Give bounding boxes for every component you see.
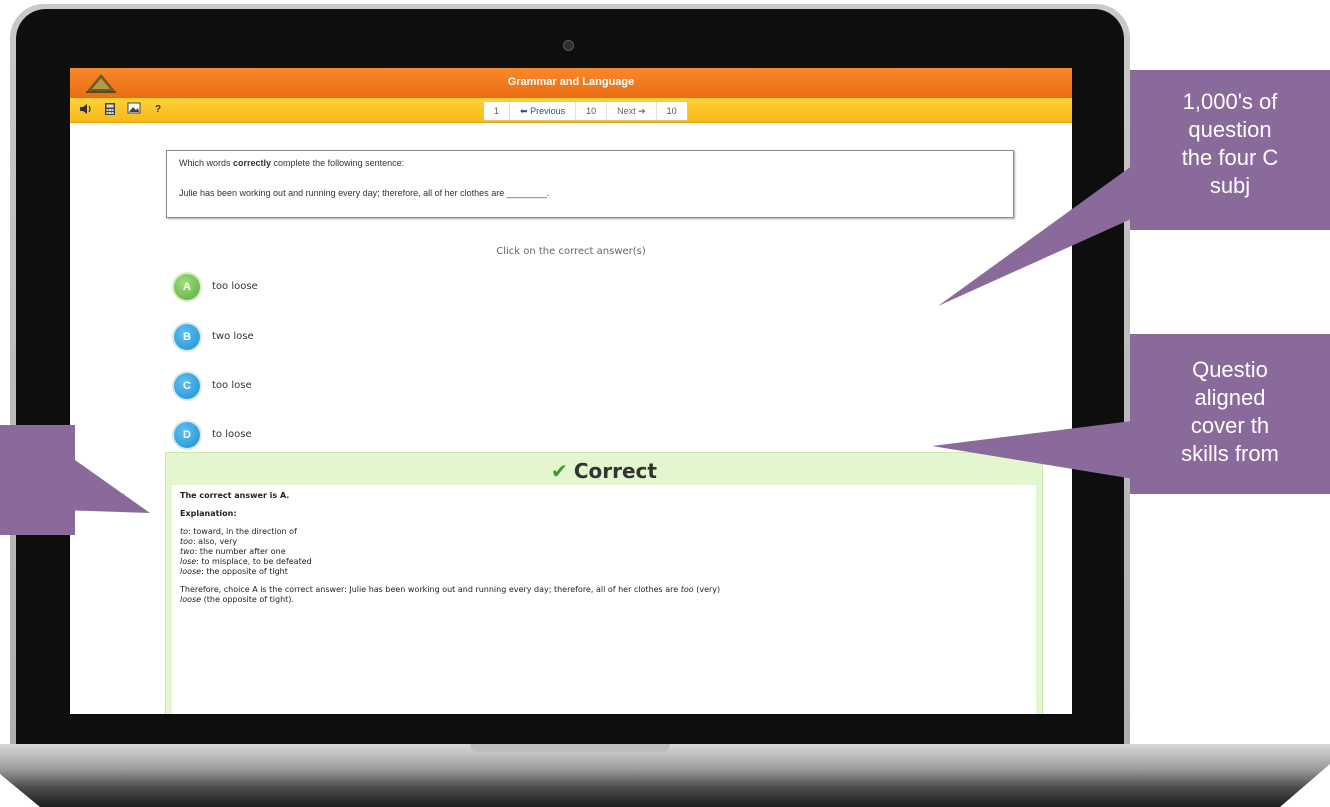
feedback-heading: ✔ Correct xyxy=(166,459,1042,483)
definition-term: too xyxy=(180,537,193,546)
option-b-text: two lose xyxy=(212,331,254,342)
laptop-base xyxy=(0,744,1330,807)
pager: 1 ⬅︎ Previous 10 Next ➔ 10 xyxy=(483,101,688,121)
question-box: Which words correctly complete the follo… xyxy=(166,150,1014,218)
callout-line: 1,000's of xyxy=(1182,89,1278,114)
definition-row: lose: to misplace, to be defeated xyxy=(180,557,1028,567)
calculator-icon[interactable] xyxy=(102,102,118,118)
callout-aligned-text: Questio aligned cover th skills from xyxy=(1130,334,1330,468)
question-sentence: Julie has been working out and running e… xyxy=(179,188,550,198)
page-count-right: 10 xyxy=(666,106,677,116)
callout-line: cover th xyxy=(1190,413,1270,438)
feedback-panel: ✔ Correct The correct answer is A. Explan… xyxy=(165,452,1043,714)
toolbar: ? 1 ⬅︎ Previous 10 Next ➔ 10 xyxy=(70,98,1072,123)
definition-term: loose xyxy=(180,567,202,576)
definition-row: two: the number after one xyxy=(180,547,1028,557)
option-c-bubble[interactable]: C xyxy=(174,373,200,399)
conclusion-term: too xyxy=(680,585,694,594)
image-icon[interactable] xyxy=(126,102,142,118)
definition-meaning: : toward, in the direction of xyxy=(188,527,297,536)
definition-row: too: also, very xyxy=(180,537,1028,547)
previous-button[interactable]: ⬅︎ Previous xyxy=(510,102,577,120)
definition-term: two xyxy=(180,547,195,556)
speaker-icon[interactable] xyxy=(78,102,94,118)
callout-left xyxy=(0,425,75,535)
callout-questions: 1,000's of question the four C subj xyxy=(1130,70,1330,230)
option-a-text: too loose xyxy=(212,281,258,292)
arrow-right-icon: ➔ xyxy=(635,106,646,116)
laptop-hinge-notch xyxy=(470,744,670,752)
page-count-left: 10 xyxy=(576,102,608,120)
feedback-heading-text: Correct xyxy=(573,459,657,483)
callout-line: skills from xyxy=(1181,441,1279,466)
definition-row: to: toward, in the direction of xyxy=(180,527,1028,537)
correct-answer-text: The correct answer is A. xyxy=(180,491,290,500)
option-d-text: to loose xyxy=(212,429,252,440)
callout-questions-text: 1,000's of question the four C subj xyxy=(1130,70,1330,200)
option-b-bubble[interactable]: B xyxy=(174,324,200,350)
help-icon[interactable]: ? xyxy=(150,102,166,118)
conclusion-part: Therefore, choice A is the correct answe… xyxy=(180,585,681,594)
definition-row: loose: the opposite of tight xyxy=(180,567,1028,577)
definition-term: to xyxy=(180,527,189,536)
callout-line: aligned xyxy=(1194,385,1266,410)
webcam-icon xyxy=(563,40,574,51)
prompt-suffix: complete the following sentence: xyxy=(271,158,405,168)
callout-line: question xyxy=(1188,117,1272,142)
callout-line: subj xyxy=(1209,173,1251,198)
definition-meaning: : also, very xyxy=(192,537,238,546)
prompt-prefix: Which words xyxy=(179,158,234,168)
callout-aligned: Questio aligned cover th skills from xyxy=(1130,334,1330,494)
screen: Grammar and Language ? 1 ⬅︎ Previous 10 … xyxy=(70,68,1072,714)
callout-line: the four C xyxy=(1181,145,1279,170)
conclusion-part: (the opposite of tight). xyxy=(201,595,294,604)
feedback-body: The correct answer is A. Explanation: to… xyxy=(172,485,1036,714)
conclusion-term: loose xyxy=(180,595,202,604)
app-titlebar: Grammar and Language xyxy=(70,68,1072,98)
app-title: Grammar and Language xyxy=(507,76,635,88)
option-a-bubble[interactable]: A xyxy=(174,274,200,300)
definition-meaning: : the number after one xyxy=(194,547,286,556)
option-c-text: too lose xyxy=(212,380,252,391)
callout-line: Questio xyxy=(1192,357,1268,382)
checkmark-icon: ✔ xyxy=(551,459,568,483)
next-button[interactable]: Next ➔ xyxy=(607,102,657,120)
page-current: 1 xyxy=(484,102,511,120)
instruction-text: Click on the correct answer(s) xyxy=(496,246,646,257)
explanation-label: Explanation: xyxy=(180,509,237,518)
conclusion-text: Therefore, choice A is the correct answe… xyxy=(180,585,1028,605)
standard-id: SMT_LA.L.11-12 xyxy=(80,494,125,500)
arrow-left-icon: ⬅︎ xyxy=(520,106,531,116)
previous-label: Previous xyxy=(530,106,566,116)
question-prompt: Which words correctly complete the follo… xyxy=(179,158,404,168)
next-label: Next xyxy=(617,106,636,116)
prompt-bold: correctly xyxy=(233,158,272,168)
definition-meaning: : the opposite of tight xyxy=(201,567,288,576)
option-d-bubble[interactable]: D xyxy=(174,422,200,448)
definition-term: lose xyxy=(180,557,197,566)
conclusion-part: (very) xyxy=(693,585,721,594)
definition-meaning: : to misplace, to be defeated xyxy=(196,557,312,566)
